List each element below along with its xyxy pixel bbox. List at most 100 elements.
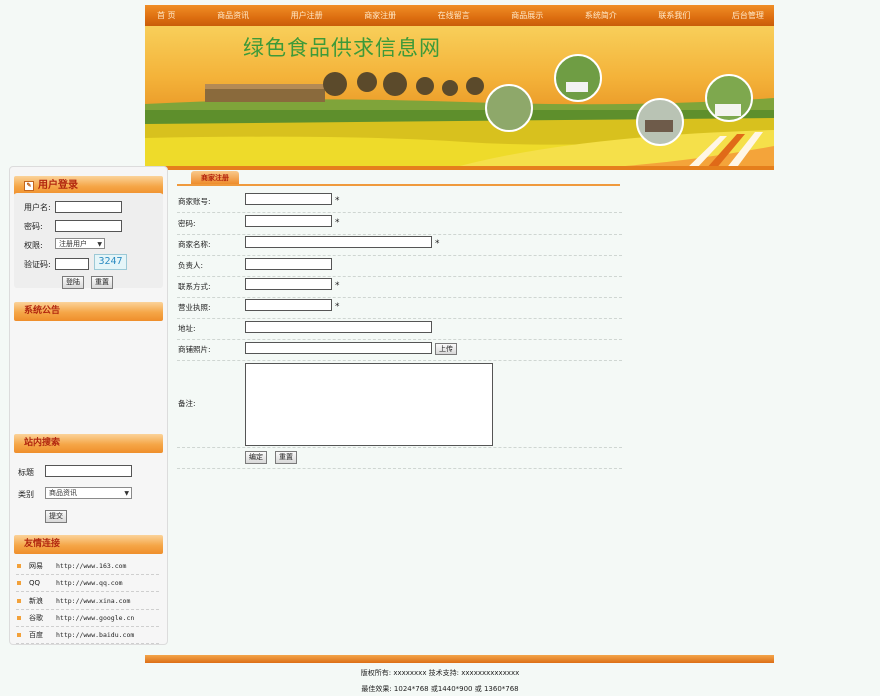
edit-button[interactable]: 编定 <box>245 451 267 464</box>
name-input[interactable] <box>245 236 432 248</box>
nav-home[interactable]: 首 页 <box>157 10 176 21</box>
notes-row: 备注: <box>177 360 622 448</box>
address-label: 地址: <box>178 324 196 333</box>
search-box-title: 站内搜索 <box>14 434 163 453</box>
category-select-value: 商品资讯 <box>49 489 77 497</box>
bullet-icon <box>17 581 21 585</box>
footer-copyright: 版权所有: xxxxxxxx 技术支持: xxxxxxxxxxxxxx <box>360 669 520 677</box>
nav-contact[interactable]: 联系我们 <box>658 10 690 21</box>
friend-link-item[interactable]: 谷歌 http://www.google.cn <box>16 610 159 627</box>
site-title: 绿色食品供求信息网 <box>243 36 441 60</box>
form-reset-button[interactable]: 重置 <box>275 451 297 464</box>
friend-link-url: http://www.qq.com <box>56 579 123 587</box>
license-input[interactable] <box>245 299 332 311</box>
required-mark: * <box>435 239 440 249</box>
login-panel: 用户名: 密码: 权限: 注册用户 ▼ 验证码: 3247 登陆 重置 <box>14 193 163 289</box>
friend-link-url: http://www.163.com <box>56 562 127 570</box>
friend-link-item[interactable]: 百度 http://www.baidu.com <box>16 627 159 644</box>
top-nav: 首 页 商品资讯 用户注册 商家注册 在线留言 商品展示 系统简介 联系我们 后… <box>145 5 774 26</box>
friend-link-url: http://www.xina.com <box>56 597 131 605</box>
friend-link-url: http://www.google.cn <box>56 614 135 622</box>
address-row: 地址: <box>177 318 622 340</box>
friend-link-name: 新浪 <box>29 597 43 605</box>
password-row: 密码: * <box>177 213 622 235</box>
role-select-value: 注册用户 <box>59 240 87 248</box>
password-label: 密码: <box>24 222 43 231</box>
footer-bar <box>145 655 774 663</box>
notice-content <box>14 321 163 429</box>
page-container: 首 页 商品资讯 用户注册 商家注册 在线留言 商品展示 系统简介 联系我们 后… <box>145 5 774 170</box>
search-keyword-label: 标题 <box>18 468 34 477</box>
required-mark: * <box>335 302 340 312</box>
nav-system-intro[interactable]: 系统简介 <box>585 10 617 21</box>
nav-product-news[interactable]: 商品资讯 <box>217 10 249 21</box>
notice-box-title: 系统公告 <box>14 302 163 321</box>
username-label: 用户名: <box>24 203 51 212</box>
password-input[interactable] <box>55 220 122 232</box>
friend-link-item[interactable]: 网易 http://www.163.com <box>16 558 159 575</box>
notes-textarea[interactable] <box>245 363 493 446</box>
license-row: 营业执照: * <box>177 297 622 319</box>
login-reset-button[interactable]: 重置 <box>91 276 113 289</box>
friend-link-name: 谷歌 <box>29 614 43 622</box>
nav-user-register[interactable]: 用户注册 <box>291 10 323 21</box>
nav-message[interactable]: 在线留言 <box>438 10 470 21</box>
nav-merchant-register[interactable]: 商家注册 <box>364 10 396 21</box>
role-label: 权限: <box>24 241 43 250</box>
required-mark: * <box>335 281 340 291</box>
links-box-title: 友情连接 <box>14 535 163 554</box>
nav-admin[interactable]: 后台管理 <box>732 10 764 21</box>
username-input[interactable] <box>55 201 122 213</box>
links-title: 友情连接 <box>24 539 61 549</box>
captcha-label: 验证码: <box>24 260 51 269</box>
chevron-down-icon: ▼ <box>124 490 129 497</box>
owner-input[interactable] <box>245 258 332 270</box>
owner-label: 负责人: <box>178 261 204 270</box>
photo-label: 商铺照片: <box>178 345 211 354</box>
tab-divider <box>177 184 620 186</box>
friend-link-name: QQ <box>29 579 41 587</box>
contact-label: 联系方式: <box>178 282 211 291</box>
pencil-icon: ✎ <box>24 181 34 191</box>
bullet-icon <box>17 633 21 637</box>
search-category-select[interactable]: 商品资讯 ▼ <box>45 487 132 499</box>
address-input[interactable] <box>245 321 432 333</box>
footer-resolution: 最佳效果: 1024*768 或1440*900 或 1360*768 <box>361 685 519 693</box>
role-select[interactable]: 注册用户 ▼ <box>55 238 105 249</box>
notice-title: 系统公告 <box>24 306 61 316</box>
banner-landscape-image <box>145 54 774 170</box>
contact-input[interactable] <box>245 278 332 290</box>
search-submit-button[interactable]: 提交 <box>45 510 67 523</box>
login-button[interactable]: 登陆 <box>62 276 84 289</box>
bullet-icon <box>17 564 21 568</box>
friend-link-name: 百度 <box>29 631 43 639</box>
password-input[interactable] <box>245 215 332 227</box>
required-mark: * <box>335 218 340 228</box>
left-sidebar: ✎ 用户登录 用户名: 密码: 权限: 注册用户 ▼ 验证码: 3247 登陆 … <box>9 166 168 645</box>
captcha-input[interactable] <box>55 258 89 270</box>
search-keyword-input[interactable] <box>45 465 132 477</box>
captcha-image[interactable]: 3247 <box>94 254 127 270</box>
bullet-icon <box>17 599 21 603</box>
friend-link-item[interactable]: 新浪 http://www.xina.com <box>16 593 159 610</box>
owner-row: 负责人: <box>177 255 622 277</box>
search-category-label: 类别 <box>18 490 34 499</box>
notes-label: 备注: <box>178 399 196 408</box>
actions-row: 编定 重置 <box>177 448 622 469</box>
banner: 绿色食品供求信息网 <box>145 26 774 170</box>
tab-merchant-register[interactable]: 商家注册 <box>191 171 239 184</box>
upload-button[interactable]: 上传 <box>435 343 457 355</box>
friend-link-item[interactable]: QQ http://www.qq.com <box>16 575 159 592</box>
photo-row: 商铺照片: 上传 <box>177 339 622 361</box>
name-label: 商家名称: <box>178 240 211 249</box>
nav-product-show[interactable]: 商品展示 <box>511 10 543 21</box>
password-label: 密码: <box>178 219 196 228</box>
bullet-icon <box>17 616 21 620</box>
chevron-down-icon: ▼ <box>97 241 102 248</box>
license-label: 营业执照: <box>178 303 211 312</box>
account-label: 商家账号: <box>178 197 211 206</box>
photo-input[interactable] <box>245 342 432 354</box>
name-row: 商家名称: * <box>177 234 622 256</box>
friend-link-name: 网易 <box>29 562 43 570</box>
account-input[interactable] <box>245 193 332 205</box>
